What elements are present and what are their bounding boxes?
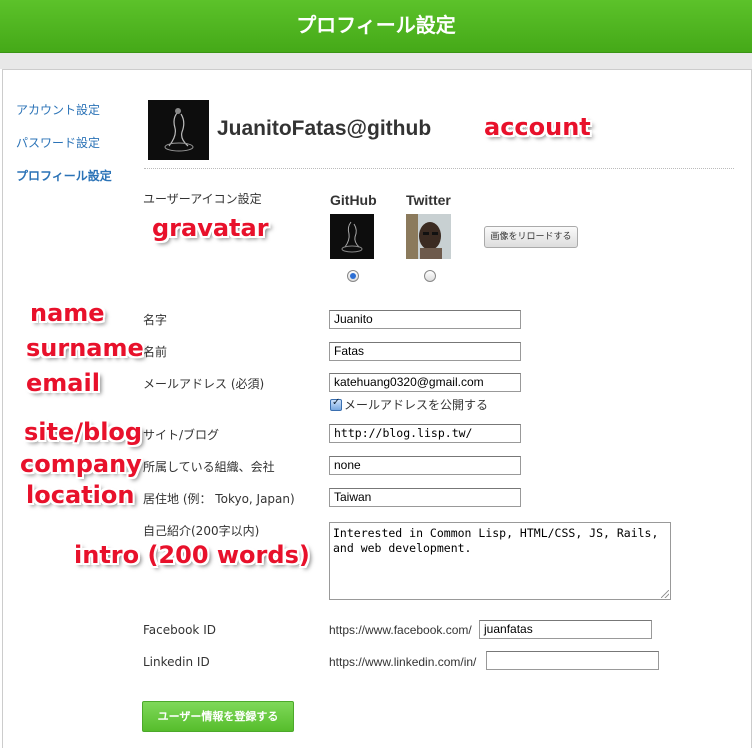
facebook-id-input[interactable]: juanfatas <box>479 620 652 639</box>
annotation-site: site/blog <box>24 418 143 446</box>
first-name-input[interactable]: Fatas <box>329 342 521 361</box>
annotation-intro: intro (200 words) <box>74 541 310 569</box>
intro-text: Interested in Common Lisp, HTML/CSS, JS,… <box>333 526 666 555</box>
divider <box>144 168 734 169</box>
twitter-column-label: Twitter <box>406 192 451 208</box>
user-avatar <box>148 100 209 160</box>
submit-button[interactable]: ユーザー情報を登録する <box>142 701 294 732</box>
facebook-label: Facebook ID <box>143 623 216 637</box>
email-input[interactable]: katehuang0320@gmail.com <box>329 373 521 392</box>
annotation-surname: surname <box>26 334 144 362</box>
twitter-avatar <box>406 214 451 259</box>
sidebar-item-password[interactable]: パスワード設定 <box>16 134 100 151</box>
linkedin-url-prefix: https://www.linkedin.com/in/ <box>329 655 477 669</box>
page-title: プロフィール設定 <box>296 13 456 37</box>
account-name: JuanitoFatas@github <box>217 117 432 140</box>
reload-images-button[interactable]: 画像をリロードする <box>484 226 578 248</box>
location-label: 居住地 (例： Tokyo, Japan) <box>143 492 295 506</box>
location-input[interactable]: Taiwan <box>329 488 521 507</box>
annotation-email: email <box>26 369 100 397</box>
site-input[interactable]: http://blog.lisp.tw/ <box>329 424 521 443</box>
site-label: サイト/ブログ <box>143 428 220 442</box>
github-avatar <box>330 214 374 259</box>
annotation-gravatar: gravatar <box>152 214 269 242</box>
linkedin-id-input[interactable] <box>486 651 659 670</box>
annotation-account: account <box>484 113 591 141</box>
user-icon-label: ユーザーアイコン設定 <box>143 192 262 206</box>
last-name-input[interactable]: Juanito <box>329 310 521 329</box>
github-column-label: GitHub <box>330 192 377 208</box>
organization-input[interactable]: none <box>329 456 521 475</box>
page-header: プロフィール設定 <box>0 0 752 53</box>
first-name-label: 名前 <box>143 345 168 359</box>
linkedin-label: Linkedin ID <box>143 655 210 669</box>
email-label: メールアドレス (必須) <box>143 377 265 391</box>
annotation-company: company <box>20 450 142 478</box>
annotation-name: name <box>30 299 105 327</box>
intro-label: 自己紹介(200字以内) <box>143 524 260 538</box>
twitter-avatar-radio[interactable] <box>424 270 436 282</box>
github-avatar-radio[interactable] <box>347 270 359 282</box>
sidebar-item-profile[interactable]: プロフィール設定 <box>16 167 112 184</box>
header-shadow <box>0 53 752 69</box>
facebook-url-prefix: https://www.facebook.com/ <box>329 623 472 637</box>
email-public-checkbox[interactable] <box>330 397 342 411</box>
intro-textarea[interactable]: Interested in Common Lisp, HTML/CSS, JS,… <box>329 522 671 600</box>
last-name-label: 名字 <box>143 313 168 327</box>
email-public-label: メールアドレスを公開する <box>344 398 489 412</box>
annotation-location: location <box>26 481 135 509</box>
sidebar-item-account[interactable]: アカウント設定 <box>16 101 100 118</box>
resize-handle[interactable] <box>661 590 669 598</box>
organization-label: 所属している組織、会社 <box>143 460 275 474</box>
